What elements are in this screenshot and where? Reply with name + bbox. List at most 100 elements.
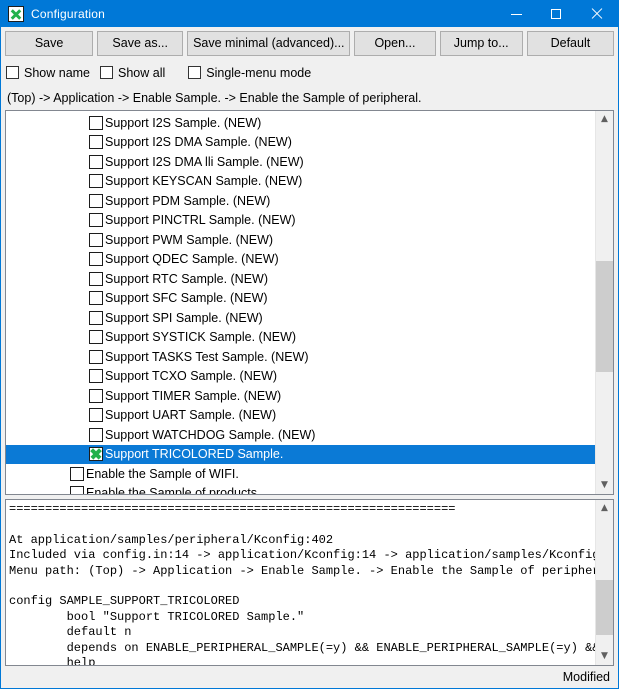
list-item[interactable]: Support UART Sample. (NEW) xyxy=(6,406,595,426)
help-panel-scrollbar[interactable]: ▲ ▼ xyxy=(595,500,613,665)
close-icon[interactable] xyxy=(576,1,618,27)
open-button[interactable]: Open... xyxy=(354,30,436,56)
window-controls xyxy=(496,1,618,27)
window-title: Configuration xyxy=(31,7,105,21)
status-text: Modified xyxy=(562,670,610,684)
list-item-label: Support TRICOLORED Sample. xyxy=(105,447,284,462)
list-item-label: Support QDEC Sample. (NEW) xyxy=(105,252,279,267)
scrollbar-thumb[interactable] xyxy=(596,260,613,373)
show-all-label: Show all xyxy=(118,65,166,80)
list-item[interactable]: Support I2S DMA Sample. (NEW) xyxy=(6,133,595,153)
checkbox-icon[interactable] xyxy=(89,349,103,364)
checkbox-icon[interactable] xyxy=(89,408,103,423)
list-item[interactable]: Support SPI Sample. (NEW) xyxy=(6,308,595,328)
minimize-icon[interactable] xyxy=(496,1,536,27)
list-item-label: Support KEYSCAN Sample. (NEW) xyxy=(105,174,303,189)
chevron-up-icon[interactable]: ▲ xyxy=(596,500,613,517)
list-item-label: Support TIMER Sample. (NEW) xyxy=(105,388,282,403)
single-menu-mode-label: Single-menu mode xyxy=(206,65,312,80)
checkbox-icon[interactable] xyxy=(89,174,103,189)
list-item[interactable]: Support QDEC Sample. (NEW) xyxy=(6,250,595,270)
list-item-label: Support PINCTRL Sample. (NEW) xyxy=(105,213,296,228)
help-panel: ========================================… xyxy=(5,499,614,666)
save-minimal-button[interactable]: Save minimal (advanced)... xyxy=(187,30,351,56)
checkbox-icon[interactable] xyxy=(89,271,103,286)
list-item[interactable]: Support WATCHDOG Sample. (NEW) xyxy=(6,425,595,445)
list-item-label: Enable the Sample of products. xyxy=(86,486,261,494)
list-item-label: Support SYSTICK Sample. (NEW) xyxy=(105,330,297,345)
list-item[interactable]: Support TCXO Sample. (NEW) xyxy=(6,367,595,387)
list-item[interactable]: Support TASKS Test Sample. (NEW) xyxy=(6,347,595,367)
checkbox-icon[interactable] xyxy=(89,193,103,208)
list-item[interactable]: Support PWM Sample. (NEW) xyxy=(6,230,595,250)
show-name-label: Show name xyxy=(24,65,91,80)
checkbox-icon[interactable] xyxy=(89,115,103,130)
green-x-checkbox-icon xyxy=(8,6,24,22)
config-list[interactable]: Support I2S Sample. (NEW) Support I2S DMA… xyxy=(6,111,595,494)
list-item[interactable]: Enable the Sample of WIFI. xyxy=(6,464,595,484)
save-button[interactable]: Save xyxy=(5,30,94,56)
list-item-label: Support WATCHDOG Sample. (NEW) xyxy=(105,427,316,442)
list-item-label: Support I2S Sample. (NEW) xyxy=(105,115,262,130)
list-item[interactable]: Support KEYSCAN Sample. (NEW) xyxy=(6,172,595,192)
list-item[interactable]: Support RTC Sample. (NEW) xyxy=(6,269,595,289)
list-item[interactable]: Enable the Sample of products. xyxy=(6,484,595,494)
checkbox-icon[interactable] xyxy=(70,466,84,481)
list-item-label: Support TASKS Test Sample. (NEW) xyxy=(105,349,309,364)
config-list-panel: Support I2S Sample. (NEW) Support I2S DMA… xyxy=(5,110,614,495)
checkbox-icon[interactable] xyxy=(89,232,103,247)
list-item-label: Support I2S DMA Sample. (NEW) xyxy=(105,135,292,150)
config-list-scrollbar[interactable]: ▲ ▼ xyxy=(595,111,613,494)
save-as-button[interactable]: Save as... xyxy=(97,30,184,56)
checkbox-icon[interactable] xyxy=(89,213,103,228)
checkbox-icon xyxy=(100,66,114,79)
maximize-icon[interactable] xyxy=(536,1,576,27)
list-item[interactable]: Support SFC Sample. (NEW) xyxy=(6,289,595,309)
list-item[interactable]: Support I2S DMA lli Sample. (NEW) xyxy=(6,152,595,172)
list-item-label: Support PWM Sample. (NEW) xyxy=(105,232,274,247)
checkbox-icon[interactable] xyxy=(89,369,103,384)
list-item[interactable]: Support I2S Sample. (NEW) xyxy=(6,113,595,133)
jump-to-button[interactable]: Jump to... xyxy=(439,30,523,56)
options-row: Show name Show all Single-menu mode xyxy=(1,59,618,86)
configuration-window: Configuration Save Save as... Save minim… xyxy=(0,0,619,689)
list-item-label: Support I2S DMA lli Sample. (NEW) xyxy=(105,154,304,169)
show-all-checkbox[interactable]: Show all xyxy=(100,66,165,80)
list-item-label: Support PDM Sample. (NEW) xyxy=(105,193,271,208)
checkbox-checked-icon[interactable] xyxy=(89,447,103,462)
checkbox-icon[interactable] xyxy=(89,252,103,267)
checkbox-icon[interactable] xyxy=(70,486,84,494)
list-item[interactable]: Support PINCTRL Sample. (NEW) xyxy=(6,211,595,231)
checkbox-icon[interactable] xyxy=(89,310,103,325)
checkbox-icon xyxy=(188,66,202,79)
status-bar: Modified xyxy=(1,666,618,688)
list-item-label: Support RTC Sample. (NEW) xyxy=(105,271,269,286)
default-button[interactable]: Default xyxy=(526,30,614,56)
list-item[interactable]: Support SYSTICK Sample. (NEW) xyxy=(6,328,595,348)
checkbox-icon[interactable] xyxy=(89,135,103,150)
checkbox-icon[interactable] xyxy=(89,427,103,442)
list-item[interactable]: Support PDM Sample. (NEW) xyxy=(6,191,595,211)
title-bar: Configuration xyxy=(1,1,618,27)
chevron-up-icon[interactable]: ▲ xyxy=(596,111,613,128)
list-item-label: Support UART Sample. (NEW) xyxy=(105,408,277,423)
list-item[interactable]: Support TIMER Sample. (NEW) xyxy=(6,386,595,406)
scrollbar-thumb[interactable] xyxy=(596,579,613,635)
list-item-label: Support SPI Sample. (NEW) xyxy=(105,310,263,325)
checkbox-icon[interactable] xyxy=(89,154,103,169)
show-name-checkbox[interactable]: Show name xyxy=(6,66,90,80)
breadcrumb: (Top) -> Application -> Enable Sample. -… xyxy=(1,86,618,110)
chevron-down-icon[interactable]: ▼ xyxy=(596,648,613,665)
checkbox-icon[interactable] xyxy=(89,330,103,345)
help-text: ========================================… xyxy=(9,502,595,665)
chevron-down-icon[interactable]: ▼ xyxy=(596,477,613,494)
single-menu-mode-checkbox[interactable]: Single-menu mode xyxy=(188,66,311,80)
toolbar: Save Save as... Save minimal (advanced).… xyxy=(1,27,618,59)
list-item-label: Support SFC Sample. (NEW) xyxy=(105,291,268,306)
list-item[interactable]: Support TRICOLORED Sample. xyxy=(6,444,595,464)
list-item-label: Support TCXO Sample. (NEW) xyxy=(105,369,278,384)
list-item-label: Enable the Sample of WIFI. xyxy=(86,466,239,481)
checkbox-icon[interactable] xyxy=(89,291,103,306)
checkbox-icon[interactable] xyxy=(89,388,103,403)
checkbox-icon xyxy=(6,66,19,79)
